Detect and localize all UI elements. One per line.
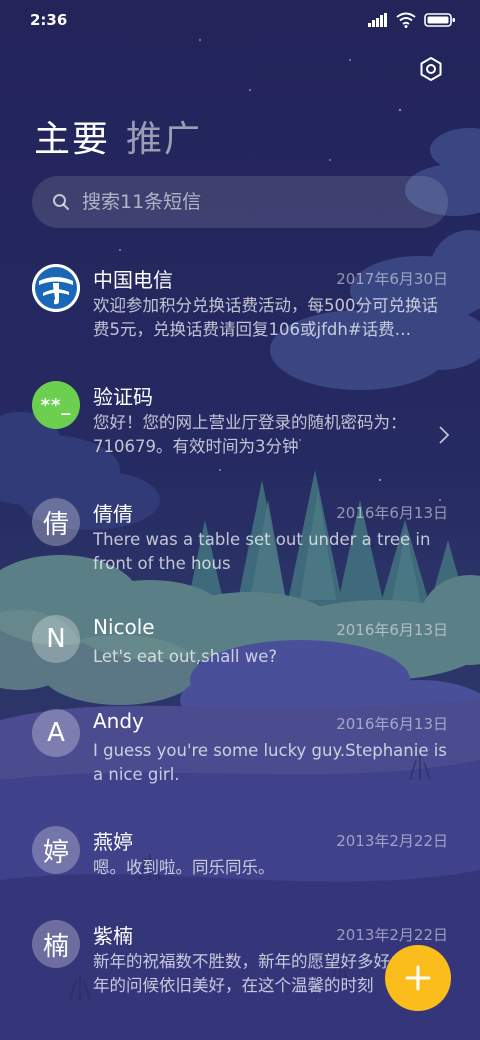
conversation-date: 2016年6月13日 — [336, 715, 448, 733]
conversation-date: 2016年6月13日 — [336, 504, 448, 522]
chevron-right-icon[interactable] — [438, 425, 450, 445]
status-icons — [368, 12, 456, 28]
conversation-name: Nicole — [93, 615, 155, 639]
tab-promotions[interactable]: 推广 — [126, 110, 202, 162]
settings-icon — [420, 57, 442, 81]
conversation-item-andy[interactable]: A Andy 2016年6月13日 I guess you're some lu… — [0, 697, 480, 791]
wifi-icon — [396, 12, 416, 28]
conversation-item-verification-code[interactable]: **_ 验证码 您好！您的网上营业厅登录的随机密码为：710679。有效时间为3… — [0, 369, 480, 486]
conversation-name: Andy — [93, 709, 144, 733]
battery-icon — [424, 13, 455, 27]
conversation-item-yanting[interactable]: 婷 燕婷 2013年2月22日 嗯。收到啦。同乐同乐。 — [0, 814, 480, 908]
conversation-item-qianqian[interactable]: 倩 倩倩 2016年6月13日 There was a table set ou… — [0, 486, 480, 603]
settings-button[interactable] — [418, 56, 444, 82]
conversation-preview: Let's eat out,shall we? — [93, 647, 278, 666]
avatar: 倩 — [32, 498, 80, 546]
conversation-name: 燕婷 — [93, 830, 133, 854]
avatar: 楠 — [32, 920, 80, 968]
avatar: A — [32, 709, 80, 757]
conversation-name: 验证码 — [93, 385, 153, 409]
status-bar: 2:36 — [0, 0, 480, 40]
avatar: N — [32, 615, 80, 663]
avatar: 婷 — [32, 826, 80, 874]
signal-icon — [368, 13, 387, 27]
china-telecom-logo-icon — [32, 264, 80, 312]
search-bar[interactable] — [32, 176, 448, 228]
avatar: **_ — [32, 381, 80, 429]
conversation-date: 2013年2月22日 — [336, 926, 448, 944]
conversation-name: 中国电信 — [93, 268, 173, 292]
tab-bar: 主要 推广 — [34, 110, 202, 162]
search-icon — [53, 194, 69, 210]
conversation-date: 2013年2月22日 — [336, 832, 448, 850]
conversation-list: 中国电信 2017年6月30日 欢迎参加积分兑换话费活动，每500分可兑换话费5… — [0, 252, 480, 1025]
new-message-button[interactable] — [385, 945, 451, 1011]
conversation-preview: 欢迎参加积分兑换话费活动，每500分可兑换话费5元，兑换话费请回复106或jfd… — [93, 296, 438, 339]
conversation-date: 2016年6月13日 — [336, 621, 448, 639]
conversation-preview: There was a table set out under a tree i… — [93, 530, 431, 573]
status-time: 2:36 — [30, 11, 68, 29]
conversation-item-china-telecom[interactable]: 中国电信 2017年6月30日 欢迎参加积分兑换话费活动，每500分可兑换话费5… — [0, 252, 480, 369]
conversation-preview: 您好！您的网上营业厅登录的随机密码为：710679。有效时间为3分钟 — [93, 413, 407, 456]
conversation-preview: 嗯。收到啦。同乐同乐。 — [93, 858, 275, 877]
search-input[interactable] — [80, 190, 424, 214]
conversation-preview: I guess you're some lucky guy.Stephanie … — [93, 741, 447, 784]
tab-primary[interactable]: 主要 — [34, 110, 110, 162]
conversation-date: 2017年6月30日 — [336, 270, 448, 288]
conversation-name: 倩倩 — [93, 502, 133, 526]
conversation-name: 紫楠 — [93, 924, 133, 948]
plus-icon — [405, 965, 431, 991]
